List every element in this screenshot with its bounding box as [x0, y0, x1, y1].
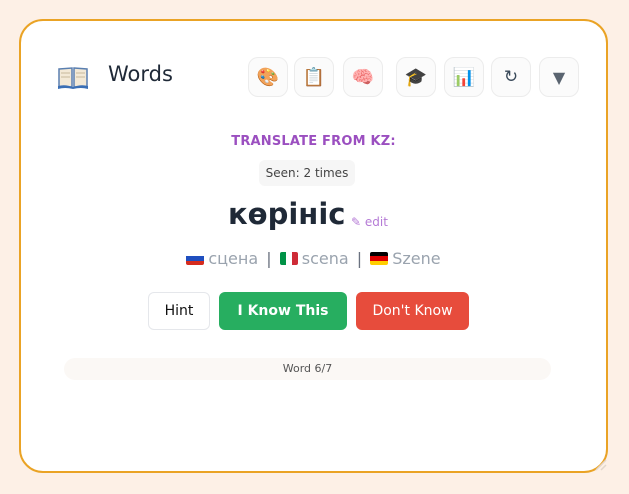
- resize-handle-icon[interactable]: [593, 457, 609, 473]
- graduation-button[interactable]: 🎓: [396, 57, 436, 97]
- clipboard-button[interactable]: 📋: [294, 57, 334, 97]
- edit-link[interactable]: ✎ edit: [351, 215, 388, 229]
- book-icon: [57, 64, 89, 90]
- refresh-button[interactable]: ↻: [491, 57, 531, 97]
- clipboard-icon: 📋: [302, 66, 326, 88]
- progress-indicator: Word 6/7: [64, 358, 551, 380]
- prompt-label: TRANSLATE FROM KZ:: [231, 134, 396, 149]
- translation-it: scena: [301, 249, 349, 268]
- refresh-icon: ↻: [503, 67, 519, 87]
- palette-icon: 🎨: [256, 66, 280, 88]
- dropdown-button[interactable]: ▼: [539, 57, 579, 97]
- i-know-this-button[interactable]: I Know This: [219, 292, 347, 330]
- separator: |: [356, 249, 363, 268]
- separator: |: [266, 249, 272, 268]
- hint-button[interactable]: Hint: [148, 292, 210, 330]
- germany-flag-icon: [370, 252, 389, 265]
- translation-de: Szene: [392, 249, 441, 268]
- header: Words 🎨 📋 🧠 🎓 📊 ↻ ▼: [57, 57, 579, 97]
- graduation-cap-icon: 🎓: [404, 66, 428, 88]
- seen-count-badge: Seen: 2 times: [259, 160, 355, 186]
- brain-button[interactable]: 🧠: [343, 57, 383, 97]
- italy-flag-icon: [279, 252, 298, 265]
- dont-know-button[interactable]: Don't Know: [356, 292, 469, 330]
- translation-ru: сцена: [208, 249, 259, 268]
- triangle-down-icon: ▼: [552, 67, 566, 87]
- translations-line: сцена | scena | Szene: [21, 249, 606, 268]
- word-to-translate: көрініс: [228, 197, 346, 231]
- russia-flag-icon: [186, 252, 205, 265]
- brain-icon: 🧠: [351, 66, 375, 88]
- stats-button[interactable]: 📊: [444, 57, 484, 97]
- flashcard-panel: Words 🎨 📋 🧠 🎓 📊 ↻ ▼ TRANSLATE FROM KZ: S…: [19, 19, 608, 473]
- bar-chart-icon: 📊: [452, 66, 476, 88]
- app-title: Words: [108, 62, 173, 86]
- palette-button[interactable]: 🎨: [248, 57, 288, 97]
